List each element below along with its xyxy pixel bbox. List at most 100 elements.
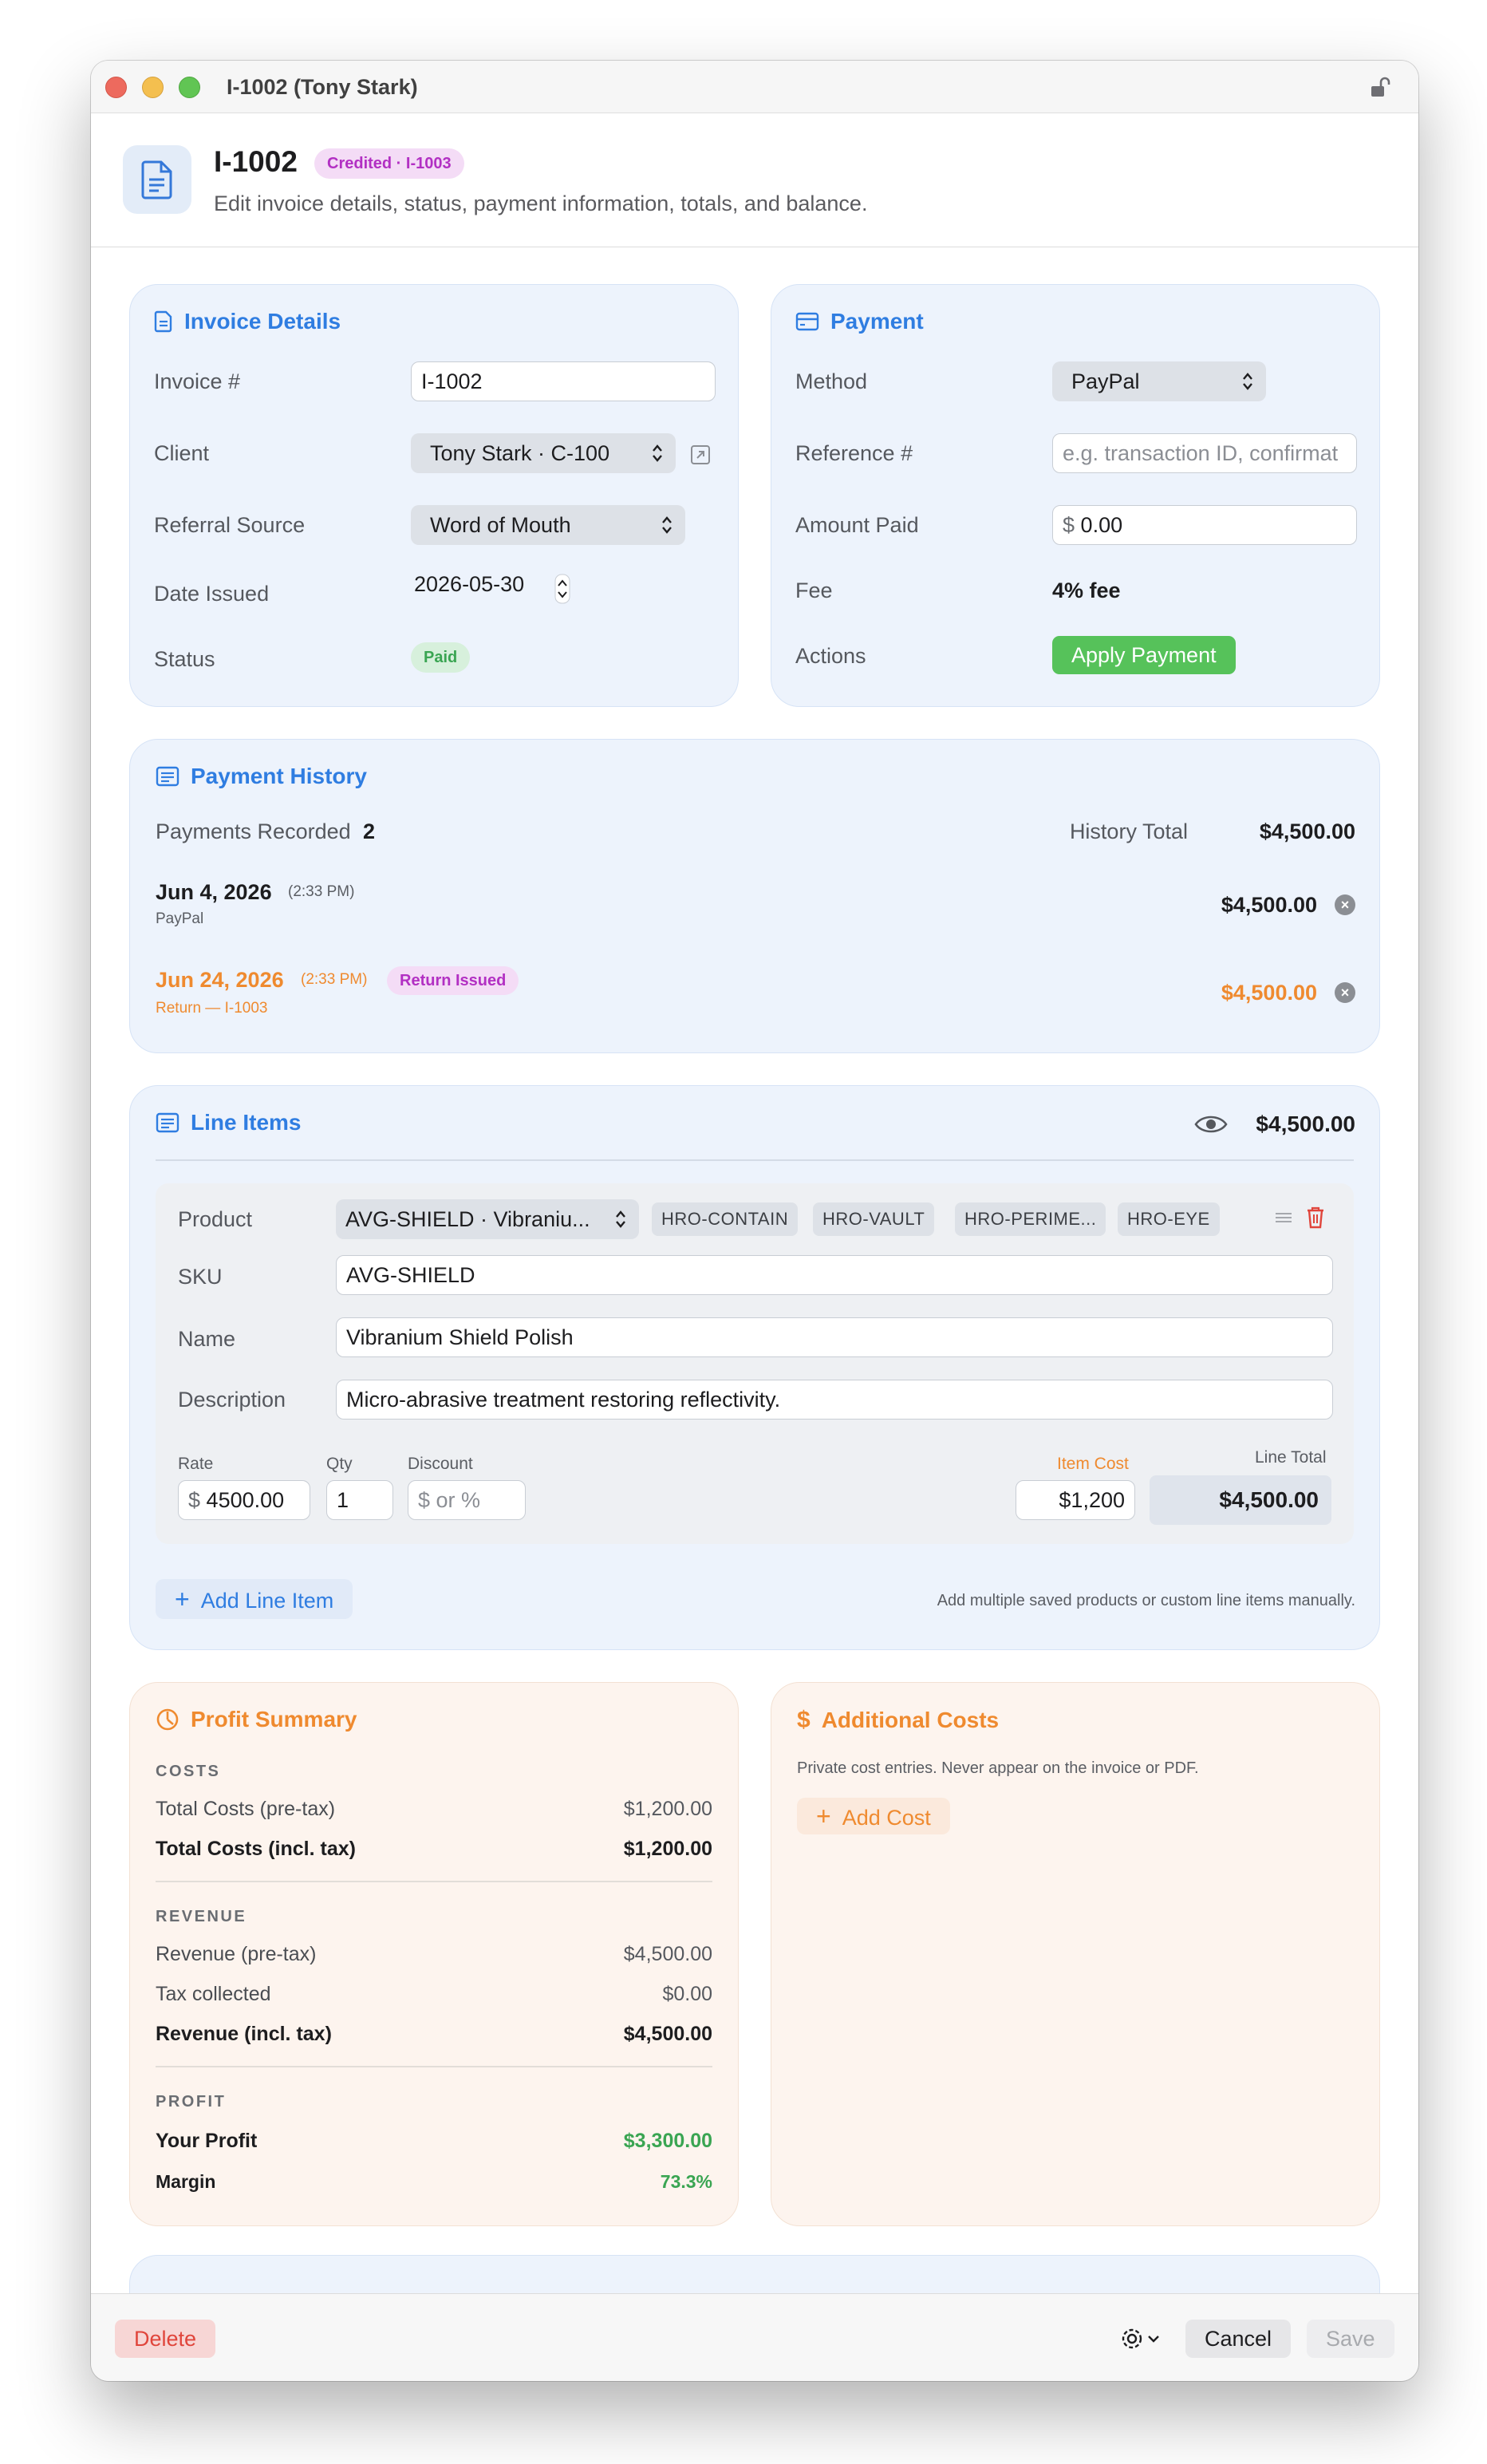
total-costs-incl-label: Total Costs (incl. tax) (156, 1838, 356, 1860)
drag-handle-icon[interactable] (1274, 1210, 1293, 1225)
unlock-icon[interactable] (1369, 75, 1393, 99)
date-issued-label: Date Issued (154, 582, 270, 606)
document-icon (123, 145, 191, 214)
open-client-icon[interactable] (690, 444, 711, 465)
line-items-hint: Add multiple saved products or custom li… (937, 1592, 1355, 1609)
entry-time: (2:33 PM) (301, 971, 368, 988)
quick-product-chip[interactable]: HRO-VAULT (813, 1202, 935, 1236)
footer-bar: Delete Cancel Save (91, 2293, 1418, 2381)
product-select[interactable]: AVG-SHIELD · Vibraniu... (336, 1199, 639, 1239)
add-line-item-label: Add Line Item (200, 1589, 334, 1613)
settings-menu-button[interactable] (1120, 2321, 1168, 2356)
sku-label: SKU (178, 1265, 223, 1289)
chart-pie-icon (156, 1708, 179, 1731)
profit-summary-card: Profit Summary COSTS Total Costs (pre-ta… (129, 1682, 739, 2226)
card-title-label: Line Items (191, 1110, 302, 1135)
chevron-down-icon (1148, 2336, 1159, 2343)
referral-source-select[interactable]: Word of Mouth (411, 505, 685, 545)
line-total-label: Line Total (1255, 1448, 1327, 1467)
add-cost-button[interactable]: + Add Cost (797, 1798, 950, 1834)
plus-icon: + (175, 1585, 190, 1613)
discount-label: Discount (408, 1455, 473, 1473)
card-title-label: Payment (830, 309, 924, 334)
revenue-heading: REVENUE (156, 1908, 247, 1925)
chevron-up-down-icon (616, 1210, 625, 1228)
fee-label: Fee (795, 578, 833, 602)
reference-label: Reference # (795, 441, 913, 465)
discount-input[interactable]: $ or % (408, 1480, 526, 1520)
invoice-header: I-1002 Credited · I-1003 Edit invoice de… (91, 113, 1418, 247)
invoice-details-title: Invoice Details (154, 309, 341, 334)
trash-icon[interactable] (1306, 1206, 1325, 1230)
add-cost-label: Add Cost (842, 1806, 931, 1830)
invoice-details-card: Invoice Details Invoice # I-1002 Client … (129, 284, 739, 707)
delete-button[interactable]: Delete (115, 2320, 216, 2358)
line-item-row: Product AVG-SHIELD · Vibraniu... HRO-CON… (156, 1183, 1354, 1544)
reference-input[interactable]: e.g. transaction ID, confirmat (1052, 433, 1357, 473)
quick-product-chip[interactable]: HRO-EYE (1118, 1202, 1220, 1236)
entry-date: Jun 4, 2026 (156, 880, 272, 904)
add-line-item-button[interactable]: + Add Line Item (156, 1579, 353, 1619)
client-select[interactable]: Tony Stark · C-100 (411, 433, 676, 473)
method-select-value: PayPal (1071, 369, 1140, 393)
divider (156, 1159, 1354, 1161)
payment-history-card: Payment History Payments Recorded 2 Hist… (129, 739, 1380, 1053)
rate-label: Rate (178, 1455, 214, 1473)
rate-input[interactable]: $ 4500.00 (178, 1480, 310, 1520)
scroll-content[interactable]: Invoice Details Invoice # I-1002 Client … (91, 247, 1418, 2293)
date-issued-value[interactable]: 2026-05-30 (414, 572, 524, 597)
eye-icon[interactable] (1194, 1113, 1228, 1135)
zoom-window-button[interactable] (179, 77, 200, 98)
invoice-title: I-1002 (214, 145, 298, 178)
tax-collected-label: Tax collected (156, 1983, 271, 2005)
description-label: Description (178, 1388, 286, 1412)
totals-card (129, 2255, 1380, 2293)
name-input[interactable]: Vibranium Shield Polish (336, 1317, 1333, 1357)
chevron-up-down-icon (653, 444, 662, 462)
card-title-label: Payment History (191, 764, 367, 788)
additional-costs-title: $ Additional Costs (797, 1707, 999, 1734)
line-total-value: $4,500.00 (1150, 1475, 1331, 1525)
currency-symbol: $ (188, 1488, 201, 1512)
title-bar: I-1002 (Tony Stark) (91, 61, 1418, 113)
entry-time: (2:33 PM) (288, 883, 355, 900)
credited-badge: Credited · I-1003 (314, 148, 464, 179)
invoice-number-input[interactable]: I-1002 (411, 361, 716, 401)
close-window-button[interactable] (105, 77, 127, 98)
entry-amount: $4,500.00 (1221, 893, 1317, 917)
item-cost-input[interactable]: $1,200 (1016, 1480, 1135, 1520)
entry-amount: $4,500.00 (1221, 981, 1317, 1005)
quick-product-chip[interactable]: HRO-PERIME... (955, 1202, 1106, 1236)
referral-source-label: Referral Source (154, 513, 306, 537)
qty-label: Qty (326, 1455, 353, 1473)
remove-payment-icon[interactable]: × (1335, 982, 1355, 1003)
method-select[interactable]: PayPal (1052, 361, 1266, 401)
line-items-title: Line Items (156, 1110, 301, 1135)
amount-paid-label: Amount Paid (795, 513, 919, 537)
chevron-up-down-icon (662, 516, 672, 534)
margin-value: 73.3% (660, 2171, 712, 2192)
minimize-window-button[interactable] (142, 77, 164, 98)
save-button[interactable]: Save (1307, 2320, 1394, 2358)
profit-summary-title: Profit Summary (156, 1707, 357, 1732)
description-input[interactable]: Micro-abrasive treatment restoring refle… (336, 1380, 1333, 1420)
item-cost-label: Item Cost (1057, 1455, 1129, 1473)
cancel-button[interactable]: Cancel (1185, 2320, 1292, 2358)
amount-paid-input[interactable]: $ 0.00 (1052, 505, 1357, 545)
entry-date: Jun 24, 2026 (156, 968, 284, 992)
apply-payment-button[interactable]: Apply Payment (1052, 636, 1236, 674)
your-profit-label: Your Profit (156, 2130, 258, 2152)
sku-input[interactable]: AVG-SHIELD (336, 1255, 1333, 1295)
divider (156, 2066, 712, 2067)
chevron-up-down-icon (1243, 373, 1252, 390)
payments-recorded-count: 2 (363, 819, 376, 843)
quick-product-chip[interactable]: HRO-CONTAIN (652, 1202, 799, 1236)
revenue-incl-label: Revenue (incl. tax) (156, 2023, 332, 2045)
date-stepper-icon[interactable] (554, 574, 570, 604)
remove-payment-icon[interactable]: × (1335, 894, 1355, 915)
qty-input[interactable]: 1 (326, 1480, 393, 1520)
total-costs-incl-value: $1,200.00 (623, 1838, 712, 1860)
additional-costs-card: $ Additional Costs Private cost entries.… (771, 1682, 1380, 2226)
margin-label: Margin (156, 2171, 216, 2192)
card-title-label: Invoice Details (184, 309, 341, 334)
